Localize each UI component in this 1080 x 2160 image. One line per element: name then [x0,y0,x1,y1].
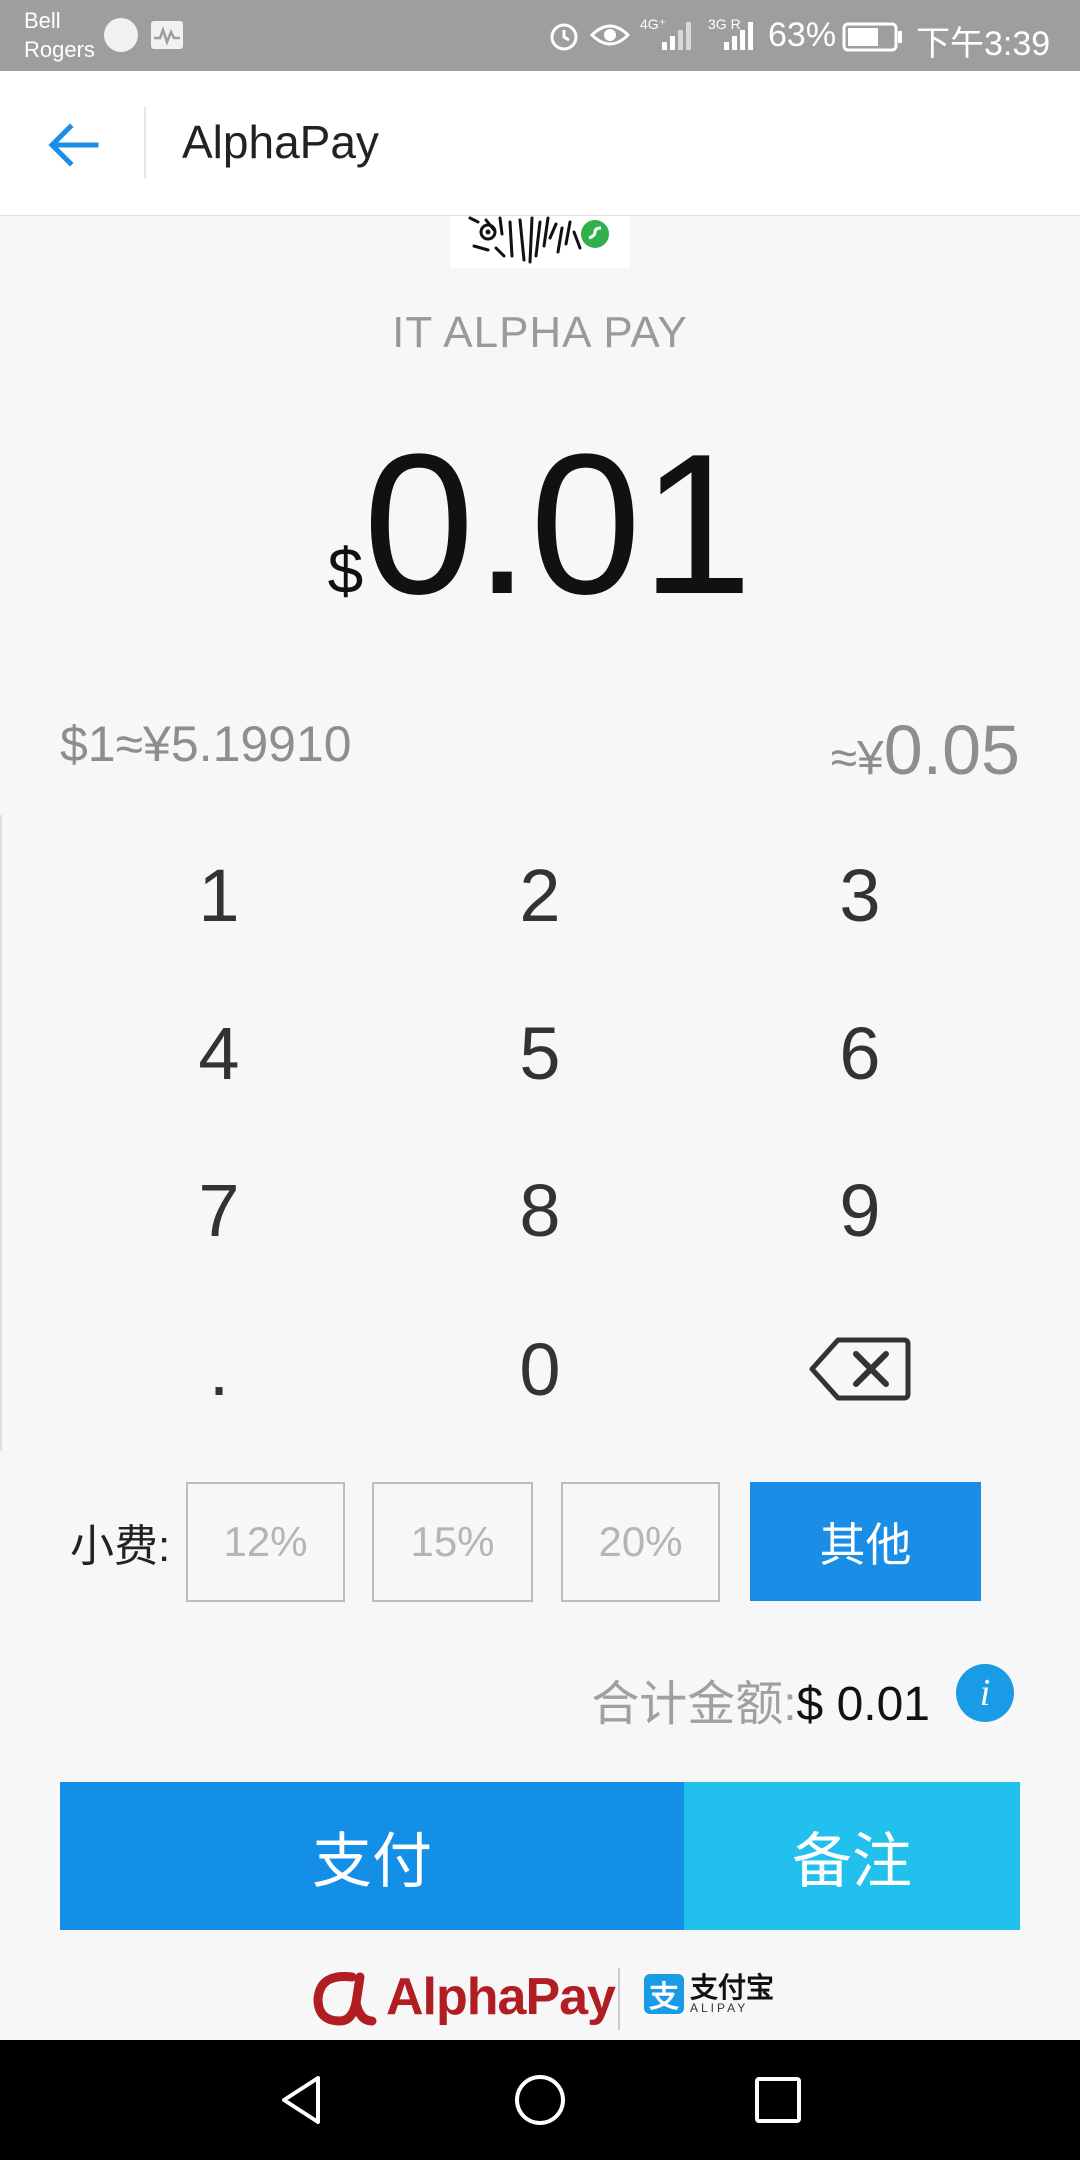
navigation-bar [0,2040,1080,2160]
tip-option-20[interactable]: 20% [561,1482,720,1602]
amount-display: $0.01 [0,425,1080,625]
key-decimal[interactable]: . [59,1294,379,1444]
battery-percent: 63% [768,16,837,54]
carrier: Bell Rogers [24,6,95,64]
triangle-back-icon [282,2076,320,2124]
key-8[interactable]: 8 [380,1135,700,1285]
arrow-left-icon[interactable] [44,115,104,175]
total-amount: 合计金额:$ 0.01 [591,1664,930,1734]
approx-value: 0.05 [883,711,1020,789]
carrier-line1: Bell [24,8,61,33]
info-icon[interactable]: i [956,1664,1014,1722]
total-label: 合计金额: [591,1678,797,1731]
activity-icon [151,21,183,49]
key-2[interactable]: 2 [380,820,700,970]
header-divider [144,107,146,179]
alipay-icon: 支 [644,1974,684,2014]
key-3[interactable]: 3 [700,820,1020,970]
clock: 下午3:39 [916,25,1051,63]
square-recents-icon [755,2077,801,2123]
key-1[interactable]: 1 [59,820,379,970]
tip-option-other[interactable]: 其他 [750,1482,981,1601]
circle-home-icon [515,2075,565,2125]
alarm-icon [550,23,578,51]
alipay-cn-text: 支付宝 [690,1972,775,2003]
alipay-logo: 支 支付宝 ALIPAY [644,1974,774,2014]
key-9[interactable]: 9 [700,1135,1020,1285]
pay-button[interactable]: 支付 [60,1782,684,1930]
eye-icon [590,24,630,46]
page-title: AlphaPay [182,116,379,168]
qr-code [450,216,630,268]
key-6[interactable]: 6 [700,978,1020,1128]
logo-divider [618,1968,620,2030]
key-4[interactable]: 4 [59,978,379,1128]
key-7[interactable]: 7 [59,1135,379,1285]
amount-value: 0.01 [363,413,753,636]
total-value: $ 0.01 [796,1678,930,1731]
exchange-rate: $1≈¥5.19910 [60,716,352,772]
approx-cny: ≈¥0.05 [831,710,1020,790]
signal-icon-2 [724,22,753,50]
app-icon [104,18,138,52]
approx-prefix: ≈¥ [830,732,884,785]
home-nav-button[interactable] [500,2060,580,2140]
key-5[interactable]: 5 [380,978,700,1128]
merchant-name: IT ALPHA PAY [392,308,688,357]
status-bar: Bell Rogers 4G⁺ 3G R 63% 下午3:39 [0,0,1080,71]
carrier-line2: Rogers [24,37,95,62]
recents-nav-button[interactable] [738,2060,818,2140]
currency-symbol: $ [327,535,364,607]
tip-label: 小费: [70,1522,171,1571]
tip-option-15[interactable]: 15% [372,1482,533,1602]
key-0[interactable]: 0 [380,1294,700,1444]
alphapay-logo-text: AlphaPay [386,1968,616,2026]
app-header: AlphaPay [0,71,1080,216]
backspace-key[interactable] [700,1294,1020,1444]
alipay-en-text: ALIPAY [690,2001,749,2015]
alphapay-logo-icon [313,1971,377,2026]
note-button[interactable]: 备注 [684,1782,1020,1930]
back-nav-button[interactable] [262,2060,342,2140]
battery-icon [842,22,902,52]
alphapay-logo: AlphaPay [312,1962,616,2032]
signal-icon [662,22,691,50]
tip-option-12[interactable]: 12% [186,1482,345,1602]
backspace-icon [809,1337,911,1401]
keypad-edge [0,815,2,1451]
